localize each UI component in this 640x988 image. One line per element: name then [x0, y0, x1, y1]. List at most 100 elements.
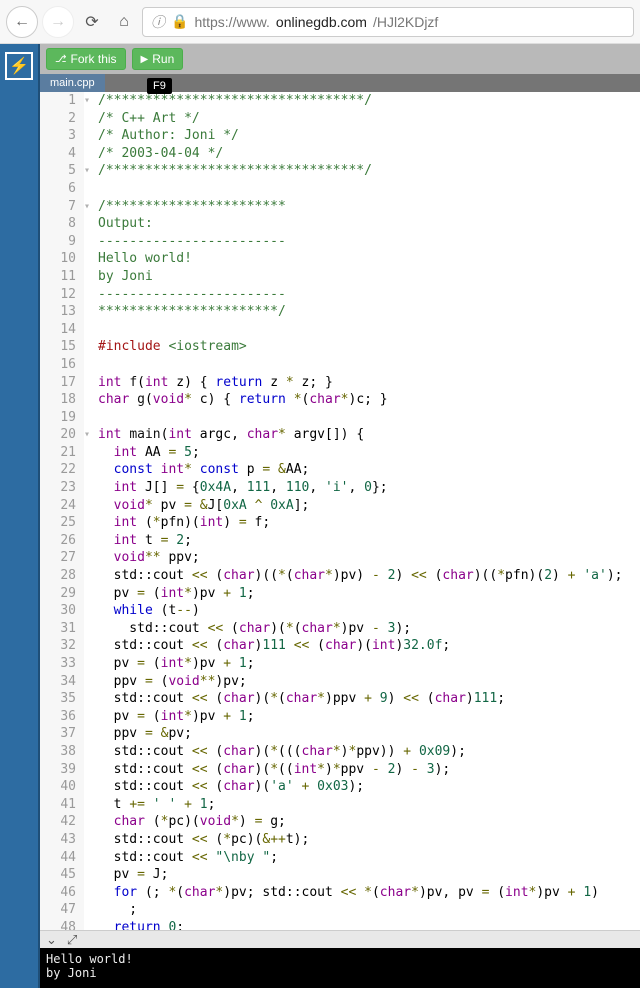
address-bar[interactable]: ⓘ 🔒 https://www.onlinegdb.com/HJl2KDjzf — [142, 7, 634, 37]
fork-button[interactable]: ⎇ Fork this — [46, 48, 126, 70]
code-line[interactable]: 47 ; — [40, 901, 640, 919]
fold-toggle — [84, 215, 96, 233]
code-text: /* Author: Joni */ — [96, 127, 239, 145]
code-line[interactable]: 32 std::cout << (char)111 << (char)(int)… — [40, 637, 640, 655]
code-editor[interactable]: 1▾/*********************************/2/*… — [40, 92, 640, 930]
code-line[interactable]: 4/* 2003-04-04 */ — [40, 145, 640, 163]
lock-icon: 🔒 — [171, 13, 188, 30]
code-line[interactable]: 20▾int main(int argc, char* argv[]) { — [40, 426, 640, 444]
fold-toggle — [84, 233, 96, 251]
line-number: 3 — [40, 127, 84, 145]
line-number: 36 — [40, 708, 84, 726]
fold-toggle — [84, 778, 96, 796]
fold-toggle[interactable]: ▾ — [84, 426, 96, 444]
code-line[interactable]: 1▾/*********************************/ — [40, 92, 640, 110]
code-text — [96, 409, 98, 427]
code-line[interactable]: 3 /* Author: Joni */ — [40, 127, 640, 145]
code-text — [96, 180, 98, 198]
code-line[interactable]: 37 ppv = &pv; — [40, 725, 640, 743]
code-text: std::cout << (char)((*(char*)pv) - 2) <<… — [96, 567, 622, 585]
fold-toggle[interactable]: ▾ — [84, 198, 96, 216]
code-line[interactable]: 42 char (*pc)(void*) = g; — [40, 813, 640, 831]
code-text — [96, 321, 98, 339]
code-line[interactable]: 25 int (*pfn)(int) = f; — [40, 514, 640, 532]
code-text: t += ' ' + 1; — [96, 796, 215, 814]
code-line[interactable]: 2/* C++ Art */ — [40, 110, 640, 128]
code-line[interactable]: 24 void* pv = &J[0xA ^ 0xA]; — [40, 497, 640, 515]
code-line[interactable]: 31 std::cout << (char)(*(char*)pv - 3); — [40, 620, 640, 638]
code-text: /*********************** — [96, 198, 286, 216]
fold-toggle — [84, 444, 96, 462]
code-line[interactable]: 10Hello world! — [40, 250, 640, 268]
reload-icon: ⟳ — [85, 12, 98, 32]
line-number: 38 — [40, 743, 84, 761]
browser-toolbar: ← → ⟳ ⌂ ⓘ 🔒 https://www.onlinegdb.com/HJ… — [0, 0, 640, 44]
line-number: 19 — [40, 409, 84, 427]
code-text: pv = J; — [96, 866, 168, 884]
code-text: pv = (int*)pv + 1; — [96, 585, 255, 603]
fold-toggle — [84, 655, 96, 673]
code-line[interactable]: 13***********************/ — [40, 303, 640, 321]
line-number: 17 — [40, 374, 84, 392]
code-text: int t = 2; — [96, 532, 192, 550]
code-line[interactable]: 33 pv = (int*)pv + 1; — [40, 655, 640, 673]
code-line[interactable]: 9------------------------ — [40, 233, 640, 251]
code-line[interactable]: 36 pv = (int*)pv + 1; — [40, 708, 640, 726]
code-line[interactable]: 35 std::cout << (char)(*(char*)ppv + 9) … — [40, 690, 640, 708]
code-text: #include <iostream> — [96, 338, 247, 356]
console-output: Hello world! by Joni — [40, 948, 640, 988]
code-line[interactable]: 41 t += ' ' + 1; — [40, 796, 640, 814]
code-line[interactable]: 38 std::cout << (char)(*(((char*)*ppv)) … — [40, 743, 640, 761]
code-line[interactable]: 5▾/*********************************/ — [40, 162, 640, 180]
code-line[interactable]: 7▾/*********************** — [40, 198, 640, 216]
home-button[interactable]: ⌂ — [110, 8, 138, 36]
fold-toggle — [84, 250, 96, 268]
code-line[interactable]: 21 int AA = 5; — [40, 444, 640, 462]
fold-toggle — [84, 637, 96, 655]
code-line[interactable]: 15#include <iostream> — [40, 338, 640, 356]
code-line[interactable]: 48 return 0; — [40, 919, 640, 930]
code-line[interactable]: 11by Joni — [40, 268, 640, 286]
code-line[interactable]: 39 std::cout << (char)(*((int*)*ppv - 2)… — [40, 761, 640, 779]
code-line[interactable]: 14 — [40, 321, 640, 339]
code-line[interactable]: 28 std::cout << (char)((*(char*)pv) - 2)… — [40, 567, 640, 585]
tab-main-cpp[interactable]: main.cpp — [40, 74, 105, 92]
code-line[interactable]: 45 pv = J; — [40, 866, 640, 884]
fold-toggle — [84, 673, 96, 691]
code-line[interactable]: 30 while (t--) — [40, 602, 640, 620]
code-text: std::cout << "\nby "; — [96, 849, 278, 867]
arrow-right-icon: → — [50, 13, 66, 31]
code-line[interactable]: 18char g(void* c) { return *(char*)c; } — [40, 391, 640, 409]
code-line[interactable]: 46 for (; *(char*)pv; std::cout << *(cha… — [40, 884, 640, 902]
code-line[interactable]: 26 int t = 2; — [40, 532, 640, 550]
expand-icon[interactable]: ⤢ — [67, 932, 77, 948]
code-line[interactable]: 29 pv = (int*)pv + 1; — [40, 585, 640, 603]
fold-toggle — [84, 831, 96, 849]
code-line[interactable]: 17int f(int z) { return z * z; } — [40, 374, 640, 392]
forward-button[interactable]: → — [42, 6, 74, 38]
code-line[interactable]: 40 std::cout << (char)('a' + 0x03); — [40, 778, 640, 796]
code-line[interactable]: 27 void** ppv; — [40, 549, 640, 567]
line-number: 24 — [40, 497, 84, 515]
code-text: /*********************************/ — [96, 92, 372, 110]
code-line[interactable]: 8Output: — [40, 215, 640, 233]
code-line[interactable]: 23 int J[] = {0x4A, 111, 110, 'i', 0}; — [40, 479, 640, 497]
code-line[interactable]: 6 — [40, 180, 640, 198]
code-line[interactable]: 12------------------------ — [40, 286, 640, 304]
code-line[interactable]: 43 std::cout << (*pc)(&++t); — [40, 831, 640, 849]
fold-toggle — [84, 514, 96, 532]
run-button[interactable]: ▶ Run — [132, 48, 184, 70]
code-line[interactable]: 34 ppv = (void**)pv; — [40, 673, 640, 691]
code-line[interactable]: 19 — [40, 409, 640, 427]
code-line[interactable]: 16 — [40, 356, 640, 374]
logo-bolt-icon[interactable]: ⚡ — [5, 52, 33, 80]
fold-toggle[interactable]: ▾ — [84, 162, 96, 180]
fold-toggle[interactable]: ▾ — [84, 92, 96, 110]
code-line[interactable]: 22 const int* const p = &AA; — [40, 461, 640, 479]
chevron-down-icon[interactable]: ⌄ — [46, 932, 57, 948]
code-line[interactable]: 44 std::cout << "\nby "; — [40, 849, 640, 867]
fold-toggle — [84, 761, 96, 779]
reload-button[interactable]: ⟳ — [78, 8, 106, 36]
back-button[interactable]: ← — [6, 6, 38, 38]
code-text: /* C++ Art */ — [96, 110, 200, 128]
